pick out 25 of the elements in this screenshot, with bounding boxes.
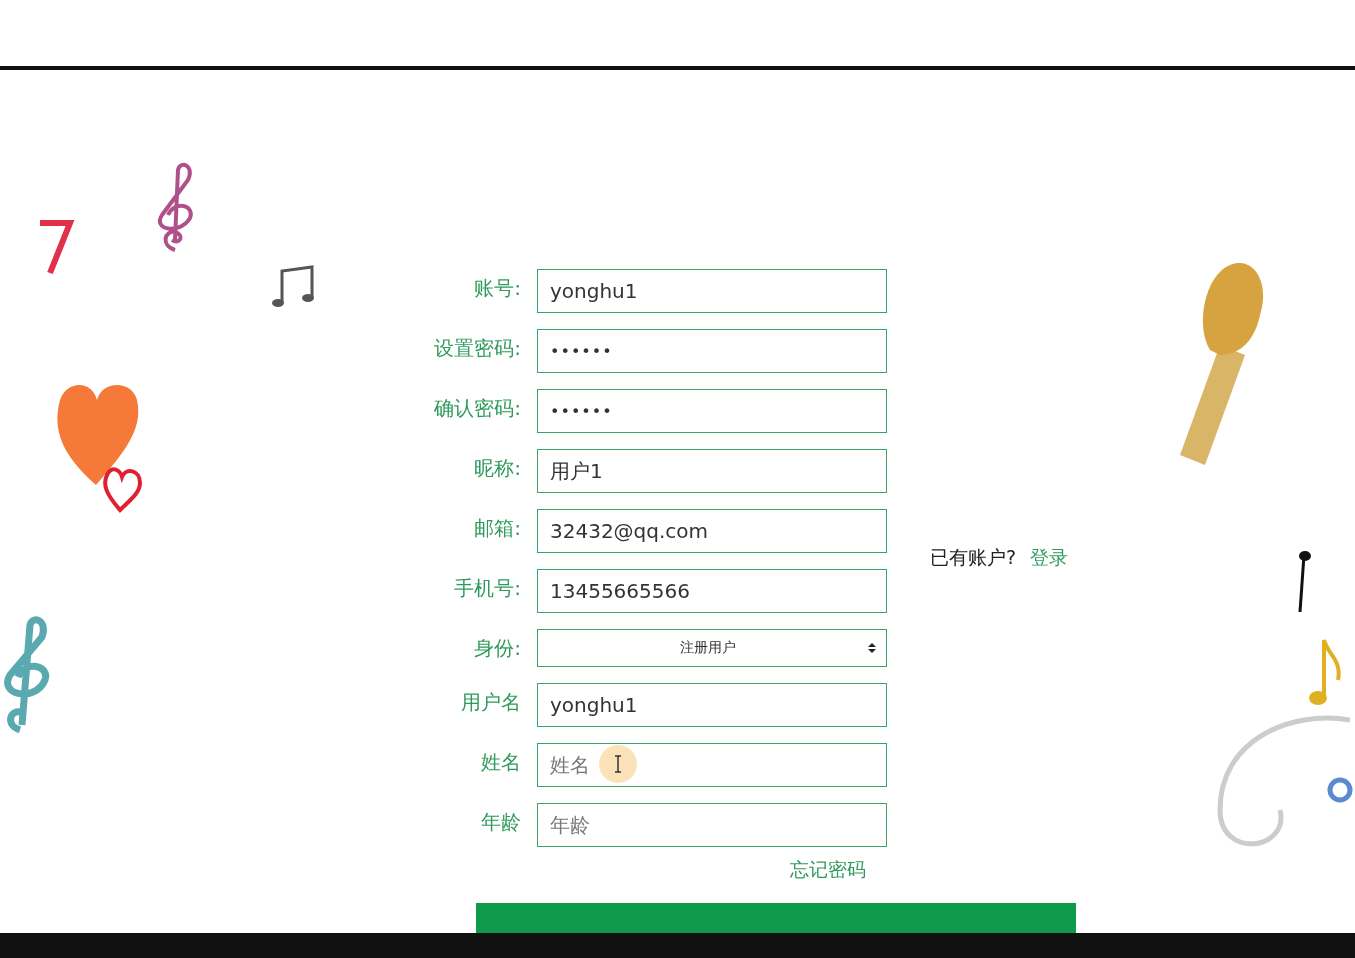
field-label: 账号:	[473, 275, 521, 302]
identity-select[interactable]: 注册用户	[537, 629, 887, 667]
input-field[interactable]: 13455665566	[537, 569, 887, 613]
forgot-password-link[interactable]: 忘记密码	[790, 857, 866, 883]
login-prompt: 已有账户?	[930, 545, 1017, 570]
input-field[interactable]: ••••••	[537, 389, 887, 433]
field-label: 邮箱:	[473, 515, 521, 542]
field-label: 用户名	[460, 689, 521, 716]
field-label: 年龄	[480, 809, 521, 836]
input-field[interactable]: ••••••	[537, 329, 887, 373]
sort-icon	[868, 643, 876, 653]
input-field[interactable]: 32432@qq.com	[537, 509, 887, 553]
field-label: 昵称:	[473, 455, 521, 482]
input-field[interactable]: 用户1	[537, 449, 887, 493]
field-label: 身份:	[473, 635, 521, 662]
field-label: 确认密码:	[433, 395, 521, 422]
register-button[interactable]	[476, 903, 1076, 933]
input-field[interactable]: yonghu1	[537, 269, 887, 313]
field-label: 手机号:	[453, 575, 521, 602]
field-label: 设置密码:	[433, 335, 521, 362]
input-field[interactable]: 姓名	[537, 743, 887, 787]
input-field[interactable]: yonghu1	[537, 683, 887, 727]
login-link[interactable]: 登录	[1030, 545, 1069, 571]
input-field[interactable]: 年龄	[537, 803, 887, 847]
field-label: 姓名	[480, 749, 521, 776]
